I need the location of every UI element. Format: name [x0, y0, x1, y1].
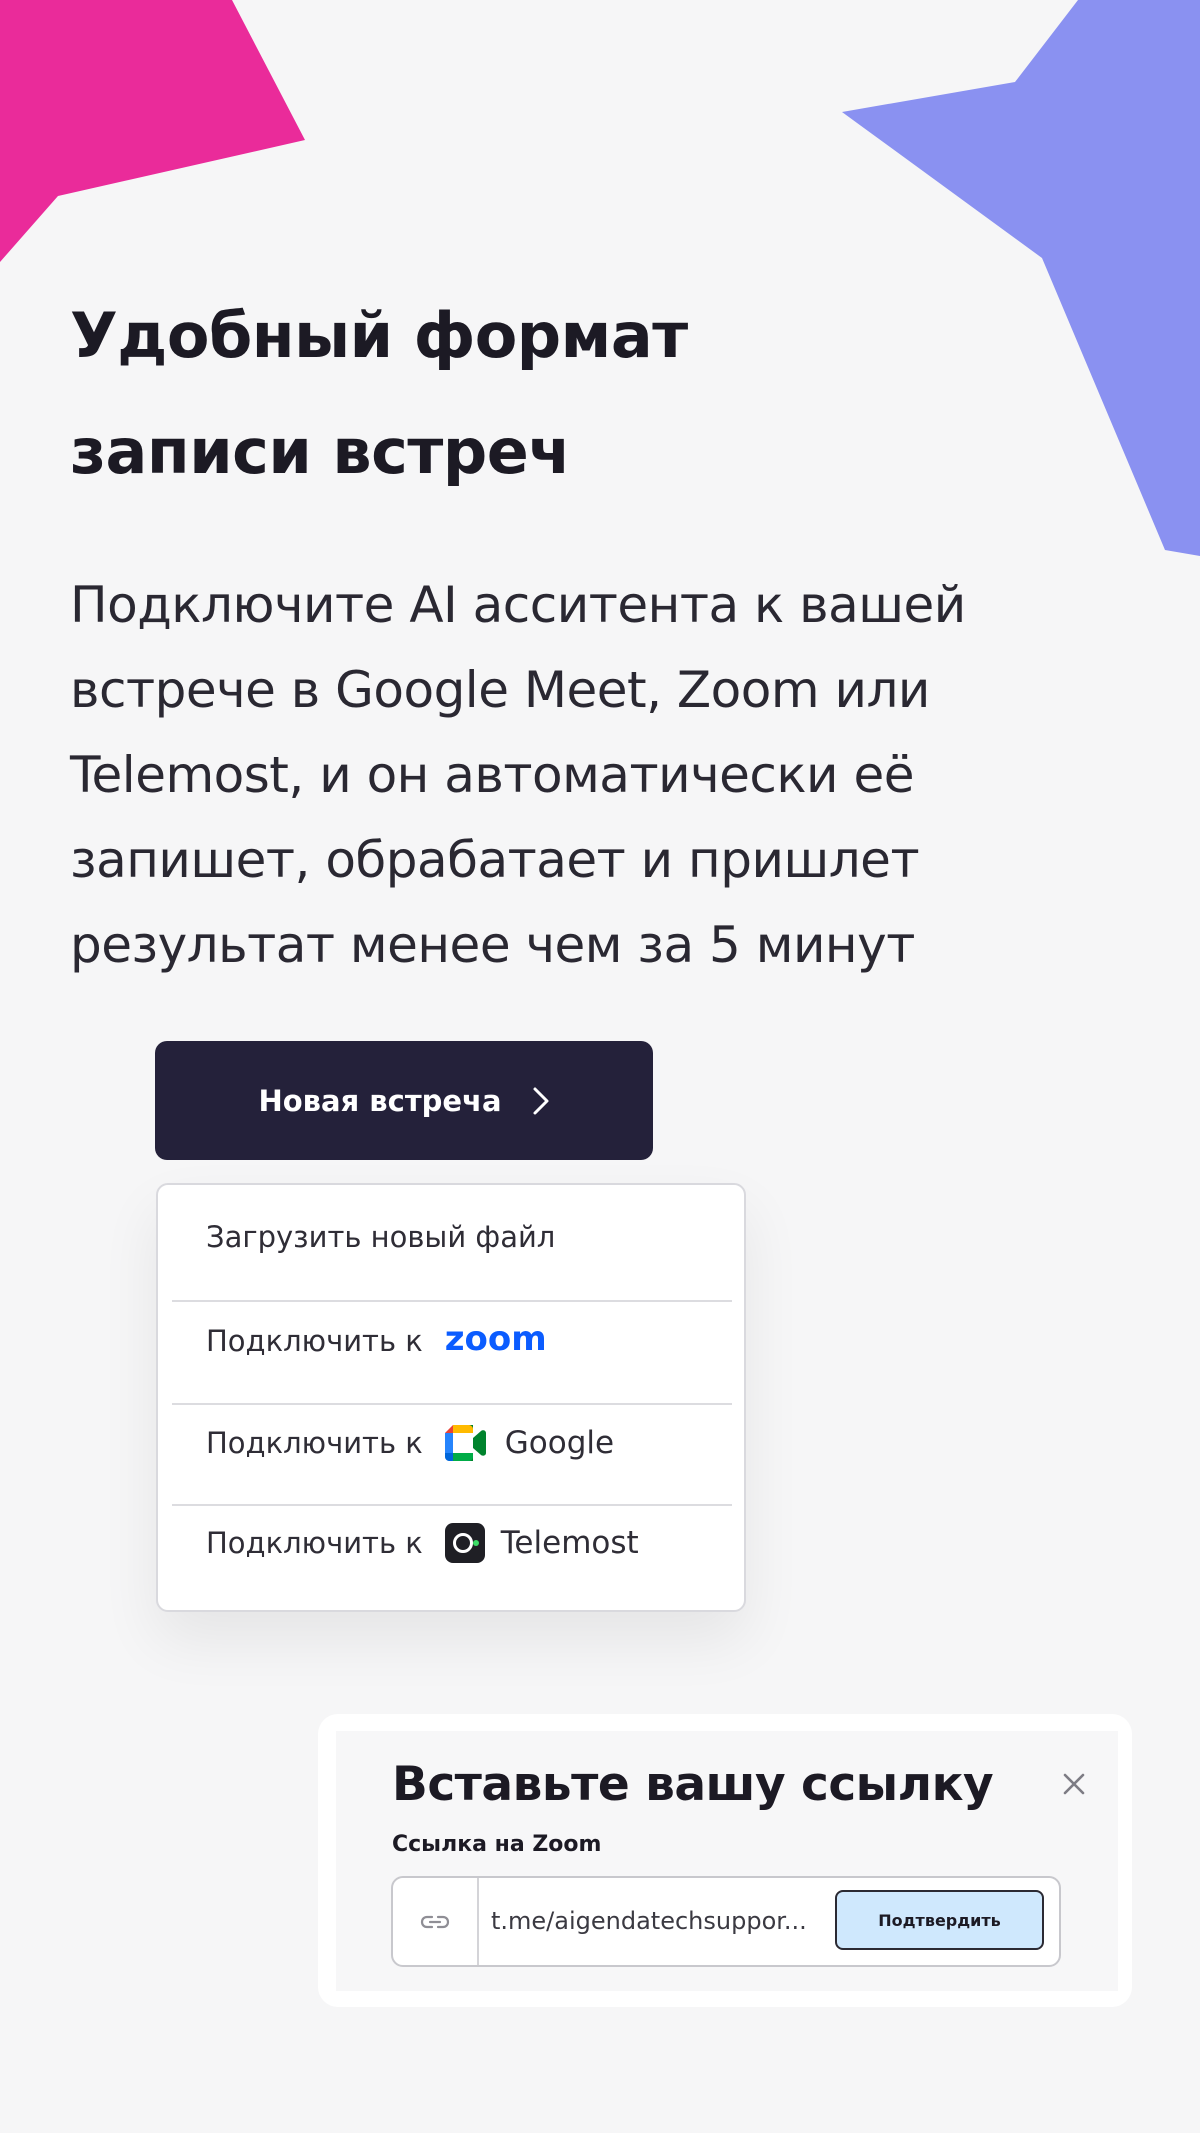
headline: Удобный формат записи встреч	[70, 278, 688, 510]
headline-line-2: записи встреч	[70, 415, 571, 488]
close-icon	[1062, 1772, 1086, 1799]
description-line-5: результат менее чем за 5 минут	[70, 916, 915, 974]
headline-line-1: Удобный формат	[70, 299, 688, 372]
description-line-3: Telemost, и он автоматически её	[70, 746, 914, 804]
pink-star-shape	[0, 0, 305, 262]
description-line-2: встрече в Google Meet, Zoom или	[70, 661, 930, 719]
menu-item-upload-label: Загрузить новый файл	[206, 1220, 556, 1254]
menu-item-upload-file[interactable]: Загрузить новый файл	[172, 1187, 732, 1287]
zoom-logo: zoom	[444, 1319, 547, 1359]
dialog-title: Вставьте вашу ссылку	[392, 1757, 994, 1812]
connect-prefix-label: Подключить к	[206, 1426, 423, 1460]
telemost-label: Telemost	[500, 1525, 639, 1561]
connect-prefix-label: Подключить к	[206, 1526, 423, 1560]
google-meet-icon	[444, 1425, 489, 1461]
new-meeting-button[interactable]: Новая встреча	[155, 1041, 653, 1160]
violet-star-shape	[842, 0, 1200, 556]
link-icon	[393, 1878, 479, 1965]
description-line-1: Подключите AI асситента к вашей	[70, 576, 966, 634]
link-input[interactable]	[491, 1900, 811, 1942]
description-line-4: запишет, обрабатает и пришлет	[70, 831, 920, 889]
description: Подключите AI асситента к вашей встрече …	[70, 563, 1170, 988]
connect-prefix-label: Подключить к	[206, 1324, 423, 1358]
link-field: Подтвердить	[391, 1876, 1061, 1967]
telemost-icon	[444, 1523, 485, 1563]
menu-item-connect-telemost[interactable]: Подключить к Telemost	[172, 1493, 732, 1593]
chevron-right-icon	[532, 1086, 550, 1116]
menu-item-connect-zoom[interactable]: Подключить к zoom	[172, 1291, 732, 1391]
confirm-button[interactable]: Подтвердить	[835, 1890, 1044, 1950]
new-meeting-label: Новая встреча	[258, 1083, 502, 1118]
dialog-close-button[interactable]	[1057, 1768, 1091, 1802]
menu-item-connect-google[interactable]: Подключить к Google	[172, 1393, 732, 1493]
new-meeting-dropdown: Загрузить новый файл Подключить к zoom П…	[156, 1183, 746, 1612]
link-field-label: Ссылка на Zoom	[392, 1832, 602, 1857]
google-label: Google	[504, 1425, 615, 1461]
